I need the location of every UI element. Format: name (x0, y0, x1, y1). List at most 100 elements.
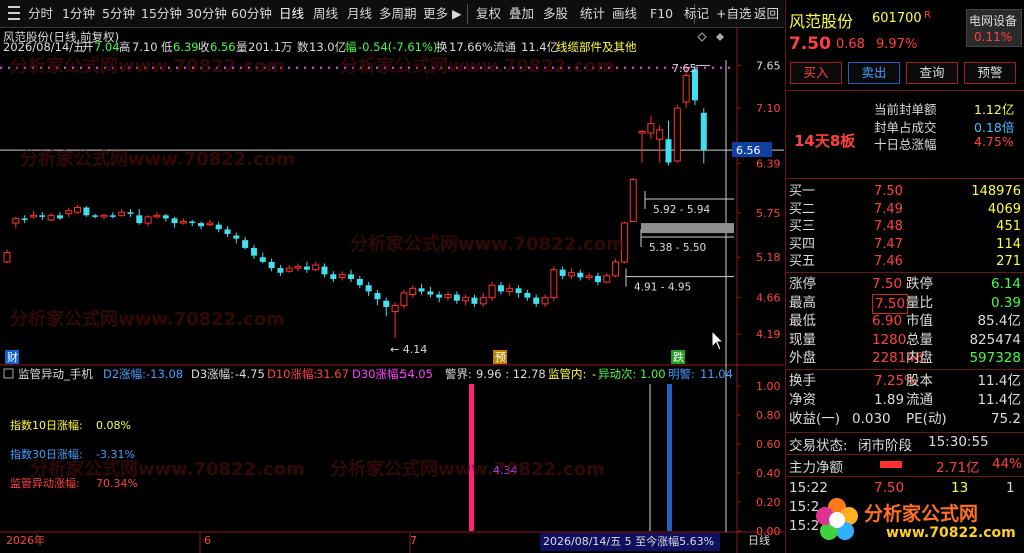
candle-body[interactable] (374, 292, 381, 300)
candle-body[interactable] (65, 210, 73, 215)
candle-body[interactable] (603, 275, 611, 283)
candle-body[interactable] (259, 257, 266, 262)
candle-body[interactable] (294, 266, 302, 269)
bid-row[interactable]: 买二 7.49 4069 (786, 201, 1024, 218)
candle-body[interactable] (21, 218, 28, 220)
candle-body[interactable] (497, 285, 504, 292)
tick-row[interactable]: 15:22 7.50 13 1 (786, 479, 1024, 497)
netflow-label[interactable]: 主力净额 (789, 456, 843, 476)
candle-body[interactable] (418, 288, 425, 292)
candle-body[interactable] (100, 214, 108, 218)
candle-body[interactable] (700, 112, 707, 151)
candle-body[interactable] (444, 294, 452, 299)
candle-body[interactable] (620, 222, 628, 263)
candle-body[interactable] (277, 268, 284, 273)
candle-body[interactable] (383, 300, 390, 307)
candle-body[interactable] (436, 294, 443, 298)
candle-body[interactable] (3, 252, 11, 263)
candle-body[interactable] (400, 292, 408, 306)
candle-body[interactable] (198, 223, 205, 227)
candle-body[interactable] (515, 288, 522, 293)
stat-row[interactable]: 换手 7.25% 股本 11.4亿 (786, 372, 1024, 390)
indicator-toggle-icon[interactable] (3, 368, 14, 379)
candle-body[interactable] (92, 215, 99, 217)
candle-body[interactable] (242, 240, 249, 248)
candle-body[interactable] (127, 212, 134, 214)
buy-button[interactable]: 买入 (790, 62, 842, 84)
candle-body[interactable] (479, 297, 487, 305)
candle-body[interactable] (533, 297, 540, 304)
tick-row[interactable]: 15:2 (786, 517, 1024, 535)
candle-body[interactable] (638, 130, 646, 134)
candle-body[interactable] (144, 216, 152, 224)
candle-body[interactable] (629, 179, 637, 223)
candle-body[interactable] (206, 222, 214, 226)
candle-body[interactable] (365, 285, 372, 292)
candle-body[interactable] (153, 214, 161, 218)
candle-body[interactable] (471, 297, 478, 304)
diamond-icon[interactable] (697, 32, 707, 42)
candle-body[interactable] (162, 215, 169, 219)
candle-body[interactable] (303, 266, 310, 270)
candle-body[interactable] (682, 75, 690, 103)
candle-body[interactable] (612, 261, 620, 277)
candle-body[interactable] (453, 294, 460, 301)
candle-body[interactable] (12, 217, 20, 224)
bid-row[interactable]: 买五 7.46 271 (786, 253, 1024, 270)
candle-body[interactable] (83, 207, 90, 216)
candle-body[interactable] (462, 297, 470, 302)
candle-body[interactable] (673, 107, 681, 162)
candle-body[interactable] (268, 261, 275, 269)
candle-body[interactable] (233, 235, 240, 239)
candle-body[interactable] (215, 224, 222, 230)
candle-body[interactable] (39, 215, 46, 217)
candle-body[interactable] (409, 287, 417, 296)
sell-button[interactable]: 卖出 (848, 62, 900, 84)
candle-body[interactable] (330, 274, 337, 279)
candle-body[interactable] (594, 275, 601, 283)
candle-body[interactable] (109, 215, 116, 217)
candle-body[interactable] (47, 214, 55, 221)
bid-row[interactable]: 买四 7.47 114 (786, 236, 1024, 253)
candle-body[interactable] (567, 272, 575, 277)
candle-body[interactable] (56, 215, 63, 219)
candle-body[interactable] (665, 139, 672, 163)
candle-body[interactable] (29, 214, 37, 218)
tick-row[interactable]: 15:2 (786, 498, 1024, 516)
candle-body[interactable] (189, 221, 196, 224)
candle-body[interactable] (136, 215, 143, 224)
candle-body[interactable] (577, 272, 584, 278)
candle-body[interactable] (338, 273, 346, 278)
candle-body[interactable] (506, 287, 514, 292)
stat-row[interactable]: 净资 1.89 流通 11.4亿 (786, 391, 1024, 409)
candle-body[interactable] (74, 207, 82, 213)
candle-body[interactable] (321, 266, 328, 275)
candle-body[interactable] (391, 304, 399, 313)
candle-body[interactable] (250, 247, 257, 256)
bid-row[interactable]: 买一 7.50 148976 (786, 183, 1024, 200)
bid-row[interactable]: 买三 7.48 451 (786, 218, 1024, 235)
stat-row[interactable]: 最低 6.90 市值 85.4亿 (786, 312, 1024, 330)
candle-body[interactable] (118, 211, 126, 216)
candle-body[interactable] (285, 267, 293, 272)
candle-body[interactable] (427, 291, 434, 295)
candle-body[interactable] (524, 292, 531, 298)
candle-body[interactable] (585, 275, 593, 278)
stat-row[interactable]: 外盘 228146 内盘 597328 (786, 349, 1024, 367)
stat-row[interactable]: 收益(一) 0.030 PE(动) 75.2 (786, 410, 1024, 428)
candle-body[interactable] (488, 284, 496, 299)
candle-body[interactable] (647, 123, 655, 134)
candle-body[interactable] (559, 269, 566, 276)
candle-body[interactable] (541, 297, 549, 305)
candle-body[interactable] (356, 278, 363, 286)
candle-body[interactable] (171, 218, 178, 224)
candle-body[interactable] (347, 274, 354, 279)
candle-body[interactable] (224, 229, 231, 234)
stat-row[interactable]: 最高 7.50 量比 0.39 (786, 293, 1024, 314)
stat-row[interactable]: 现量 1280 总量 825474 (786, 331, 1024, 349)
candle-body[interactable] (312, 264, 320, 271)
candle-body[interactable] (656, 129, 664, 140)
alert-button[interactable]: 预警 (964, 62, 1016, 84)
candle-body[interactable] (550, 269, 558, 299)
candle-body[interactable] (179, 221, 187, 224)
